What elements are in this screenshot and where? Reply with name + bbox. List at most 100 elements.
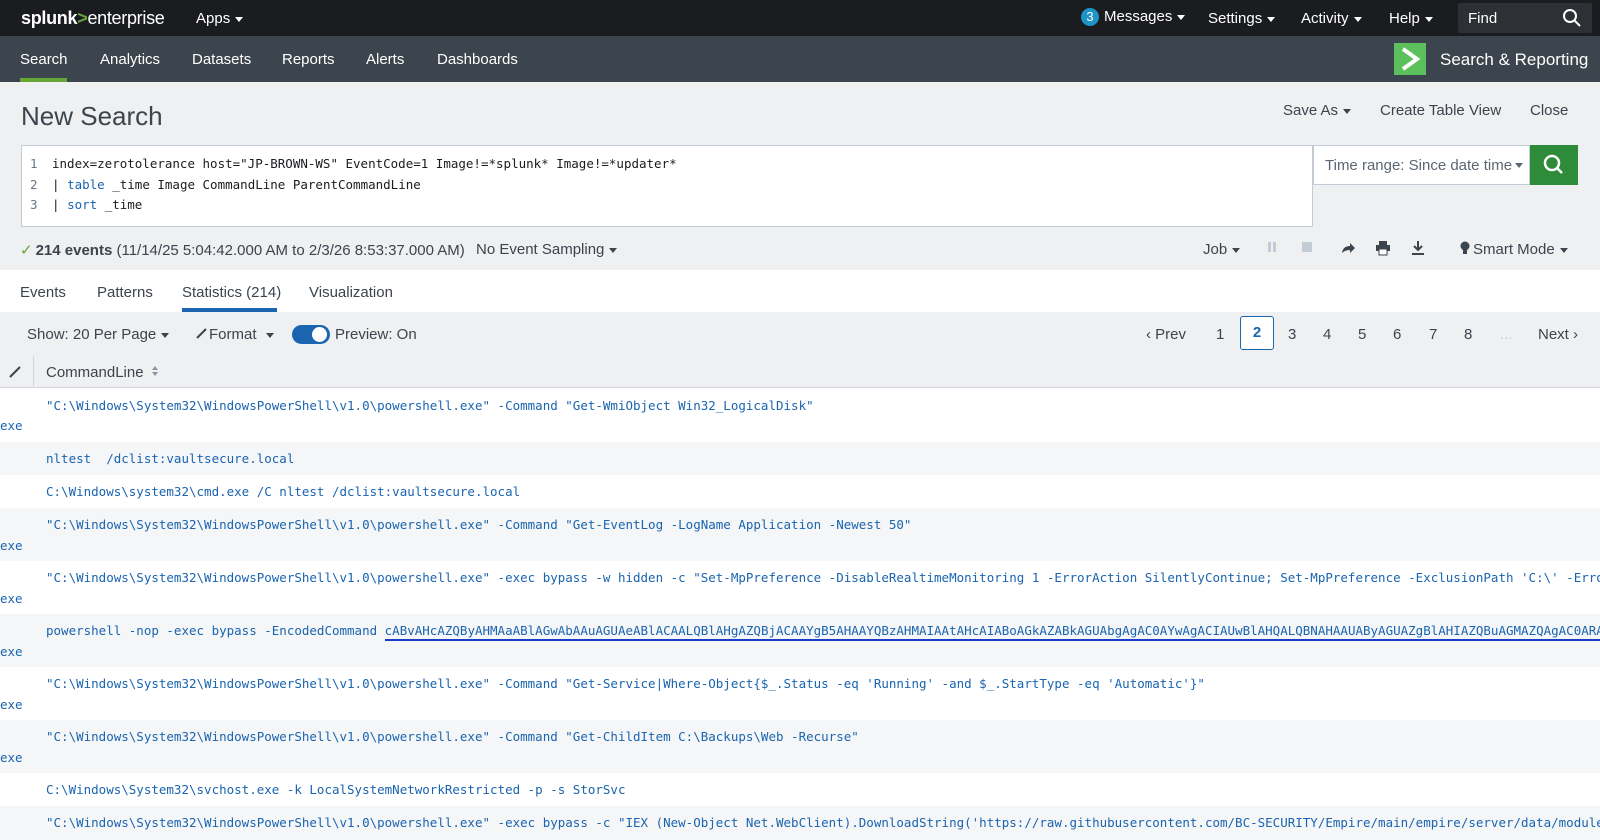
commandline-cell: C:\Windows\System32\svchost.exe -k Local… <box>46 782 626 797</box>
page-4-button[interactable]: 4 <box>1323 326 1331 343</box>
chevron-down-icon <box>1424 16 1433 22</box>
messages-menu[interactable]: 3 Messages <box>1081 8 1186 26</box>
table-row[interactable]: "C:\Windows\System32\WindowsPowerShell\v… <box>0 508 1600 561</box>
chevron-down-icon <box>1353 16 1362 22</box>
query-line: 2 | table _time Image CommandLine ParentC… <box>30 176 421 192</box>
event-sampling-menu[interactable]: No Event Sampling <box>476 241 618 258</box>
commandline-cell: "C:\Windows\System32\WindowsPowerShell\v… <box>46 570 1600 585</box>
table-row[interactable]: "C:\Windows\System32\WindowsPowerShell\v… <box>0 720 1600 773</box>
encoded-command-link[interactable]: cABvAHcAZQByAHMAaABlAGwAbAAuAGUAeABlACAA… <box>384 623 1600 641</box>
table-row[interactable]: "C:\Windows\System32\WindowsPowerShell\v… <box>0 561 1600 614</box>
wrapped-cell-fragment: exe <box>0 750 23 765</box>
commandline-cell: "C:\Windows\System32\WindowsPowerShell\v… <box>46 676 1205 691</box>
job-menu[interactable]: Job <box>1203 241 1241 258</box>
top-bar: splunk>enterprise Apps 3 Messages Setting… <box>0 0 1600 36</box>
tab-patterns[interactable]: Patterns <box>97 284 153 301</box>
find-input[interactable]: Find <box>1458 3 1592 33</box>
share-icon[interactable] <box>1340 240 1356 256</box>
chevron-left-icon: ‹ <box>1146 326 1156 343</box>
chevron-down-icon <box>1267 16 1276 22</box>
time-range-picker[interactable]: Time range: Since date time <box>1313 145 1530 185</box>
check-icon: ✓ <box>20 242 33 259</box>
format-menu[interactable]: Format <box>196 326 274 343</box>
query-line: 3 | sort _time <box>30 197 143 212</box>
page-6-button[interactable]: 6 <box>1393 326 1401 343</box>
page-7-button[interactable]: 7 <box>1429 326 1437 343</box>
table-row[interactable]: C:\Windows\System32\svchost.exe -k Local… <box>0 773 1600 806</box>
column-header-commandline[interactable]: CommandLine <box>46 364 159 381</box>
table-row[interactable]: nltest /dclist:vaultsecure.local <box>0 442 1600 475</box>
commandline-cell: powershell -nop -exec bypass -EncodedCom… <box>46 623 1600 641</box>
nav-alerts[interactable]: Alerts <box>366 51 404 68</box>
apps-menu[interactable]: Apps <box>196 10 244 27</box>
wrapped-cell-fragment: exe <box>0 644 23 659</box>
commandline-cell: nltest /dclist:vaultsecure.local <box>46 451 295 466</box>
pencil-icon <box>196 328 207 339</box>
table-row[interactable]: "C:\Windows\System32\WindowsPowerShell\v… <box>0 806 1600 840</box>
query-line: 1 index=zerotolerance host="JP-BROWN-WS" … <box>30 156 677 171</box>
page-1-button[interactable]: 1 <box>1216 326 1224 343</box>
search-mode-menu[interactable]: Smart Mode <box>1460 241 1568 258</box>
save-as-button[interactable]: Save As <box>1283 102 1352 119</box>
chevron-down-icon <box>1515 163 1523 168</box>
prev-page-button[interactable]: ‹ Prev <box>1146 326 1186 343</box>
nav-search[interactable]: Search <box>20 51 68 68</box>
chevron-down-icon <box>609 247 618 253</box>
search-query-editor[interactable]: 1 index=zerotolerance host="JP-BROWN-WS" … <box>21 145 1313 227</box>
download-icon[interactable] <box>1410 240 1426 256</box>
commandline-cell: "C:\Windows\System32\WindowsPowerShell\v… <box>46 815 1600 830</box>
wrapped-cell-fragment: exe <box>0 591 23 606</box>
nav-reports[interactable]: Reports <box>282 51 335 68</box>
page-3-button[interactable]: 3 <box>1288 326 1296 343</box>
edit-column-button[interactable] <box>0 356 34 388</box>
page-5-button[interactable]: 5 <box>1358 326 1366 343</box>
app-title[interactable]: Search & Reporting <box>1440 50 1588 70</box>
chevron-down-icon <box>1177 14 1186 20</box>
tab-statistics[interactable]: Statistics (214) <box>182 284 281 301</box>
pencil-icon <box>9 366 21 378</box>
search-icon[interactable] <box>1562 8 1582 28</box>
commandline-cell: "C:\Windows\System32\WindowsPowerShell\v… <box>46 517 912 532</box>
preview-label: Preview: On <box>335 326 417 343</box>
chevron-down-icon <box>1232 247 1241 253</box>
create-table-view-button[interactable]: Create Table View <box>1380 102 1501 119</box>
activity-menu[interactable]: Activity <box>1301 10 1362 27</box>
search-icon <box>1543 154 1563 174</box>
commandline-cell: C:\Windows\system32\cmd.exe /C nltest /d… <box>46 484 521 499</box>
table-row[interactable]: C:\Windows\system32\cmd.exe /C nltest /d… <box>0 475 1600 508</box>
commandline-cell: "C:\Windows\System32\WindowsPowerShell\v… <box>46 729 859 744</box>
run-search-button[interactable] <box>1530 145 1578 185</box>
nav-datasets[interactable]: Datasets <box>192 51 251 68</box>
wrapped-cell-fragment: exe <box>0 697 23 712</box>
next-page-button[interactable]: Next › <box>1538 326 1578 343</box>
app-nav-bar: Search Analytics Datasets Reports Alerts… <box>0 36 1600 82</box>
stop-icon[interactable] <box>1300 240 1314 254</box>
pause-icon[interactable] <box>1265 240 1279 254</box>
commandline-cell: "C:\Windows\System32\WindowsPowerShell\v… <box>46 398 814 413</box>
app-icon <box>1394 43 1426 75</box>
tab-visualization[interactable]: Visualization <box>309 284 393 301</box>
table-row[interactable]: "C:\Windows\System32\WindowsPowerShell\v… <box>0 388 1600 442</box>
table-header: CommandLine <box>0 356 1600 388</box>
table-row[interactable]: powershell -nop -exec bypass -EncodedCom… <box>0 614 1600 667</box>
settings-menu[interactable]: Settings <box>1208 10 1276 27</box>
chevron-down-icon <box>1343 108 1352 114</box>
event-count-status: ✓ 214 events (11/14/25 5:04:42.000 AM to … <box>20 242 465 259</box>
page-8-button[interactable]: 8 <box>1464 326 1472 343</box>
page-2-button[interactable]: 2 <box>1240 316 1274 350</box>
nav-analytics[interactable]: Analytics <box>100 51 160 68</box>
help-menu[interactable]: Help <box>1389 10 1433 27</box>
messages-count-badge: 3 <box>1081 8 1099 26</box>
chevron-right-icon: › <box>1568 326 1579 343</box>
per-page-menu[interactable]: Show: 20 Per Page <box>27 326 170 343</box>
print-icon[interactable] <box>1375 240 1391 256</box>
tab-events[interactable]: Events <box>20 284 66 301</box>
preview-toggle[interactable] <box>292 325 330 344</box>
close-button[interactable]: Close <box>1530 102 1568 119</box>
sort-icon[interactable] <box>151 365 159 377</box>
nav-dashboards[interactable]: Dashboards <box>437 51 518 68</box>
splunk-logo[interactable]: splunk>enterprise <box>21 8 165 29</box>
table-row[interactable]: "C:\Windows\System32\WindowsPowerShell\v… <box>0 667 1600 720</box>
wrapped-cell-fragment: exe <box>0 418 23 433</box>
chevron-down-icon <box>265 332 274 338</box>
